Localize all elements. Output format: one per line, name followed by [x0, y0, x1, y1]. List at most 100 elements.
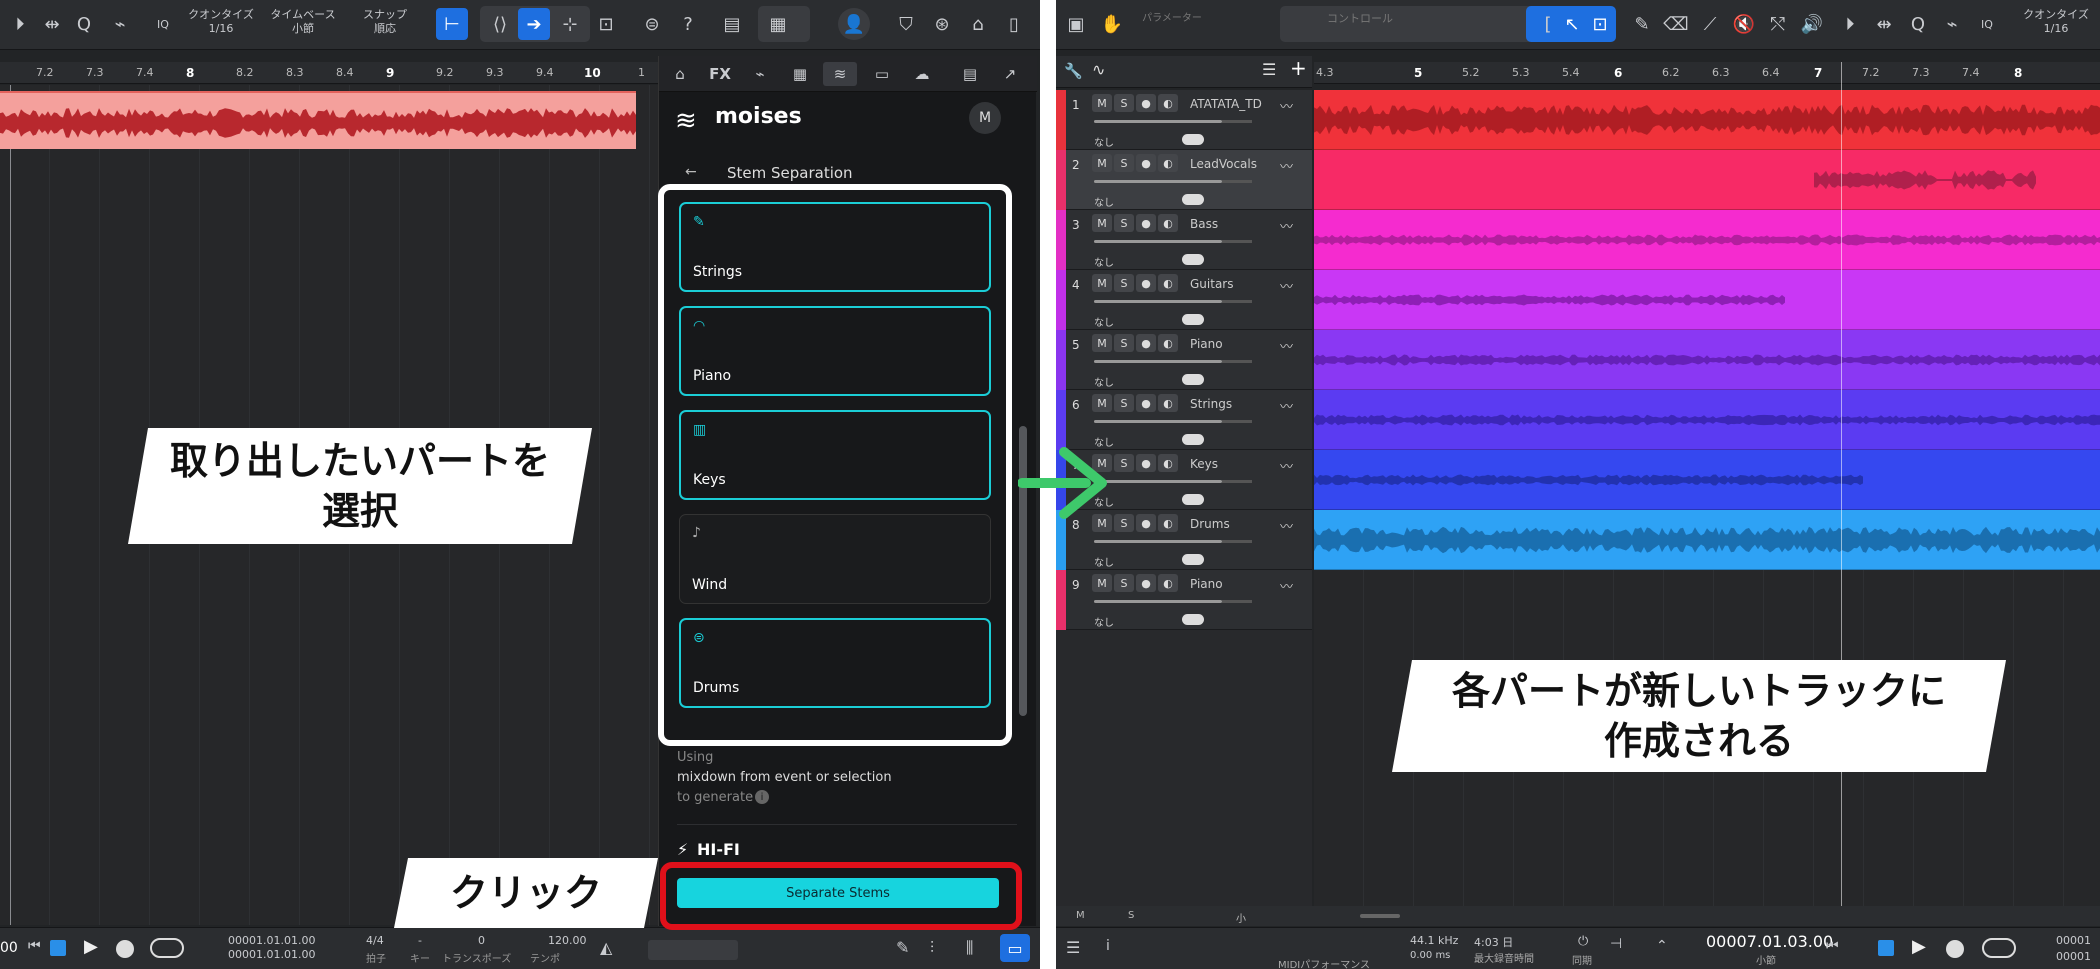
waveform-icon[interactable]: 〰	[1280, 156, 1293, 175]
timebase-label[interactable]: タイムベース 小節	[266, 8, 340, 36]
loop-icon[interactable]: ⊛	[926, 8, 958, 40]
track-input-none[interactable]: なし	[1094, 134, 1114, 149]
footer-size[interactable]: 小	[1236, 910, 1246, 925]
track-header[interactable]: 1 M S ● ◐ ATATATA_TD 〰なし	[1056, 90, 1312, 150]
footer-solo[interactable]: S	[1128, 910, 1134, 921]
record-arm-icon[interactable]: ●	[1136, 154, 1156, 172]
record-arm-icon[interactable]: ●	[1136, 214, 1156, 232]
tab-instrument[interactable]: ⌁	[743, 62, 777, 86]
track-name[interactable]: Piano	[1190, 577, 1223, 591]
solo-button[interactable]: S	[1114, 454, 1134, 472]
toggle-icon[interactable]	[1182, 494, 1204, 505]
right-timeline-ruler[interactable]: 4.3 5 5.2 5.3 5.4 6 6.2 6.3 6.4 7 7.2 7.…	[1314, 62, 2100, 84]
toggle-icon[interactable]	[1182, 254, 1204, 265]
tab-loops[interactable]: ▦	[783, 62, 817, 86]
waveform-icon[interactable]: 〰	[1280, 576, 1293, 595]
mute-button[interactable]: M	[1092, 154, 1112, 172]
back-arrow-icon[interactable]: ←	[685, 164, 697, 180]
track-input-none[interactable]: なし	[1094, 194, 1114, 209]
skip-icon[interactable]: ⏵	[4, 8, 36, 40]
info-panel-icon[interactable]: i	[1106, 938, 1110, 954]
snap-label[interactable]: スナップ 順応	[352, 8, 418, 36]
track-header[interactable]: 5 M S ● ◐ Piano 〰なし	[1056, 330, 1312, 390]
mixer-faders-icon[interactable]: ⫶	[930, 938, 934, 958]
waveform-icon[interactable]: 〰	[1280, 456, 1293, 475]
volume-fader[interactable]	[1094, 420, 1252, 423]
toggle-icon[interactable]	[1182, 554, 1204, 565]
metronome-icon[interactable]: ◭	[600, 938, 612, 957]
master-fader[interactable]	[648, 940, 738, 960]
edit-pen-icon[interactable]: ✎	[896, 938, 909, 957]
transpose-value[interactable]: 0	[478, 934, 485, 947]
tempo-value[interactable]: 120.00	[548, 934, 587, 947]
track-lane-clip[interactable]	[1314, 450, 2100, 510]
track-input-none[interactable]: なし	[1094, 254, 1114, 269]
listen-icon[interactable]: 🔊	[1796, 8, 1828, 40]
solo-button[interactable]: S	[1114, 334, 1134, 352]
play-right-icon[interactable]: ▶	[1912, 936, 1926, 957]
mute-button[interactable]: M	[1092, 214, 1112, 232]
parameter-label[interactable]: パラメーター	[1132, 12, 1212, 26]
waveform-icon[interactable]: 〰	[1280, 396, 1293, 415]
volume-fader[interactable]	[1094, 480, 1252, 483]
film-icon[interactable]: ▤	[716, 8, 748, 40]
mute-button[interactable]: M	[1092, 334, 1112, 352]
user-icon[interactable]: 👤	[838, 8, 870, 40]
track-input-none[interactable]: なし	[1094, 374, 1114, 389]
monitor-icon[interactable]: ◐	[1158, 214, 1178, 232]
monitor-icon[interactable]: ◐	[1158, 574, 1178, 592]
mute-button[interactable]: M	[1092, 274, 1112, 292]
avatar[interactable]: M	[969, 102, 1001, 134]
solo-button[interactable]: S	[1114, 274, 1134, 292]
volume-fader[interactable]	[1094, 540, 1252, 543]
waveform-icon[interactable]: 〰	[1280, 96, 1293, 115]
track-header[interactable]: 4 M S ● ◐ Guitars 〰なし	[1056, 270, 1312, 330]
main-position[interactable]: 00007.01.03.00	[1706, 932, 1833, 951]
solo-button[interactable]: S	[1114, 394, 1134, 412]
track-name[interactable]: Keys	[1190, 457, 1218, 471]
track-lane-clip[interactable]	[1314, 150, 2100, 210]
punch-icon[interactable]: ⊣	[1610, 936, 1622, 952]
hand-icon[interactable]: ✋	[1096, 8, 1128, 40]
iq-right-label[interactable]: IQ	[1972, 18, 2002, 32]
track-input-none[interactable]: なし	[1094, 614, 1114, 629]
track-lane-clip[interactable]	[1314, 330, 2100, 390]
loop-right-icon[interactable]	[1982, 938, 2016, 958]
toggle-icon[interactable]	[1182, 194, 1204, 205]
monitor-icon[interactable]: ◐	[1158, 454, 1178, 472]
automation-icon[interactable]: ∿	[1092, 60, 1105, 79]
fit-right-icon[interactable]: ⇹	[1868, 8, 1900, 40]
follow-icon[interactable]: ➔	[518, 8, 550, 40]
mute-button[interactable]: M	[1092, 394, 1112, 412]
mute-tool-icon[interactable]: 🔇	[1728, 8, 1760, 40]
quantize-q-right-icon[interactable]: Q	[1902, 8, 1934, 40]
solo-button[interactable]: S	[1114, 514, 1134, 532]
play-icon[interactable]: ▶	[84, 936, 98, 957]
volume-fader[interactable]	[1094, 360, 1252, 363]
track-name[interactable]: Strings	[1190, 397, 1232, 411]
mixer-icon[interactable]: ⊜	[636, 8, 668, 40]
tab-home[interactable]: ⌂	[663, 62, 697, 86]
record-arm-icon[interactable]: ●	[1136, 334, 1156, 352]
track-name[interactable]: Bass	[1190, 217, 1218, 231]
shield-plus-icon[interactable]: ⛉	[890, 8, 922, 40]
tool-right-icon[interactable]: ⌁	[1936, 8, 1968, 40]
tab-moises[interactable]: ≋	[823, 62, 857, 86]
tab-files[interactable]: ▭	[865, 62, 899, 86]
record-arm-icon[interactable]: ●	[1136, 94, 1156, 112]
track-header[interactable]: 6 M S ● ◐ Strings 〰なし	[1056, 390, 1312, 450]
tab-fx[interactable]: FX	[703, 62, 737, 86]
track-name[interactable]: Drums	[1190, 517, 1230, 531]
page-icon[interactable]: ▯	[998, 8, 1030, 40]
help-icon[interactable]: ?	[672, 8, 704, 40]
save-icon[interactable]: ▣	[1060, 8, 1092, 40]
mute-button[interactable]: M	[1092, 94, 1112, 112]
solo-button[interactable]: S	[1114, 214, 1134, 232]
bend-icon[interactable]: ⤲	[1762, 8, 1794, 40]
target-icon[interactable]: ⊡	[590, 8, 622, 40]
wrench-icon[interactable]: 🔧	[1064, 62, 1083, 80]
record-right-icon[interactable]	[1946, 940, 1964, 958]
track-lane-clip[interactable]	[1314, 210, 2100, 270]
monitor-icon[interactable]: ◐	[1158, 394, 1178, 412]
volume-fader[interactable]	[1094, 600, 1252, 603]
